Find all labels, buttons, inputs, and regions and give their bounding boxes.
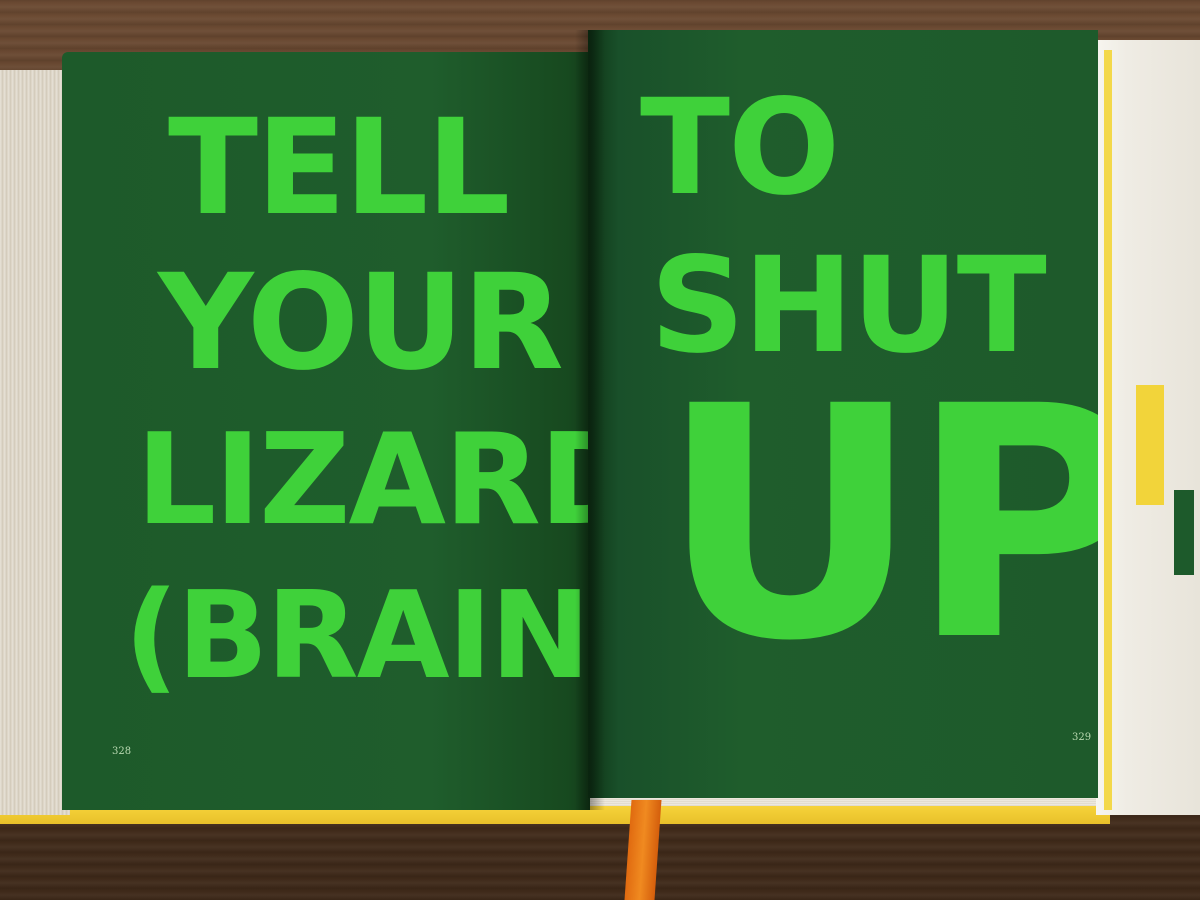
headline-line-your: YOUR: [158, 246, 564, 400]
headline-line-lizard: LIZARD: [136, 406, 590, 553]
page-number-right: 329: [1072, 732, 1092, 743]
book-spine: [575, 30, 605, 810]
left-page: TELL YOUR LIZARD (BRAIN) 328: [62, 52, 590, 810]
bookmark-ribbon: [624, 800, 662, 900]
right-page-stack: [1096, 40, 1200, 815]
right-page: TO SHUT UP. 329: [588, 30, 1098, 798]
green-tab: [1174, 490, 1194, 575]
page-number-left: 328: [112, 746, 132, 757]
yellow-tab: [1136, 385, 1164, 505]
headline-line-up: UP.: [660, 339, 1098, 711]
headline-line-tell: TELL: [168, 91, 510, 245]
left-page-stack: [0, 70, 70, 815]
open-book: TELL YOUR LIZARD (BRAIN) 328 TO SHUT UP.…: [0, 0, 1200, 900]
yellow-page-edge: [1104, 50, 1112, 810]
headline-line-to: TO: [640, 71, 840, 225]
headline-line-brain: (BRAIN): [124, 567, 590, 706]
